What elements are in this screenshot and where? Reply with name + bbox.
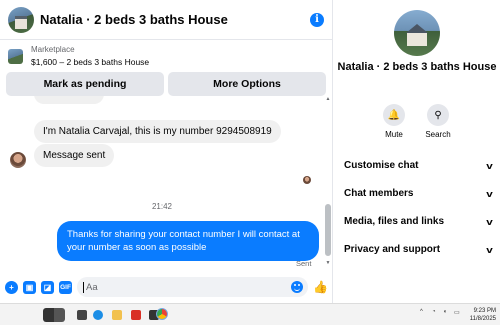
taskbar-clock[interactable]: 9:23 PM 11/8/2025 — [470, 307, 496, 323]
info-icon[interactable]: i — [310, 12, 324, 27]
message-bubble-incoming: I'm Natalia Carvajal, this is my number … — [34, 120, 281, 143]
more-options-button[interactable]: More Options — [168, 72, 326, 96]
youtube-icon[interactable] — [131, 310, 141, 320]
menu-item-label: Privacy and support — [344, 244, 441, 255]
listing-thumbnail — [8, 48, 23, 64]
chat-title[interactable]: Natalia · 2 beds 3 baths House — [40, 12, 310, 27]
marketplace-label: Marketplace — [31, 45, 75, 54]
taskbar-preview-thumbnail[interactable] — [43, 308, 65, 322]
mark-as-pending-button[interactable]: Mark as pending — [6, 72, 164, 96]
edge-icon[interactable] — [93, 310, 103, 320]
message-bubble-partial — [34, 96, 104, 104]
house-wall — [407, 33, 427, 46]
search-icon[interactable]: ⚲ — [427, 104, 449, 126]
photo-icon[interactable]: ▣ — [23, 280, 36, 294]
volume-icon[interactable]: ◖ — [443, 309, 447, 315]
menu-chat-members[interactable]: Chat members v — [344, 188, 493, 199]
wifi-icon[interactable]: ◔ — [432, 309, 436, 315]
plus-icon[interactable]: + — [5, 280, 18, 294]
gif-icon[interactable]: GIF — [59, 280, 72, 294]
listing-actions: Mark as pending More Options — [0, 72, 332, 96]
seen-avatar — [303, 176, 311, 184]
messenger-window: Natalia · 2 beds 3 baths House i Marketp… — [0, 0, 500, 325]
chat-panel: Natalia · 2 beds 3 baths House i Marketp… — [0, 0, 333, 303]
marketplace-listing[interactable]: Marketplace $1,600 – 2 beds 3 baths Hous… — [0, 40, 332, 72]
message-composer: + ▣ ◪ GIF Aa 👍 — [0, 276, 333, 298]
message-bubble-incoming: Message sent — [34, 144, 115, 167]
search-action[interactable]: ⚲ Search — [418, 104, 458, 139]
chat-header: Natalia · 2 beds 3 baths House i — [0, 0, 332, 40]
menu-item-label: Media, files and links — [344, 216, 445, 227]
menu-privacy-support[interactable]: Privacy and support v — [344, 244, 493, 255]
menu-customise-chat[interactable]: Customise chat v — [344, 160, 493, 171]
sender-avatar — [10, 152, 26, 168]
message-bubble-outgoing: Thanks for sharing your contact number I… — [57, 221, 319, 261]
details-title: Natalia · 2 beds 3 baths House — [337, 61, 497, 73]
message-list[interactable]: I'm Natalia Carvajal, this is my number … — [0, 96, 324, 274]
listing-text: Marketplace $1,600 – 2 beds 3 baths Hous… — [31, 44, 149, 68]
battery-icon[interactable]: ▭ — [454, 309, 460, 316]
chevron-down-icon: v — [486, 188, 493, 199]
text-caret — [83, 281, 84, 293]
listing-price: $1,600 – 2 beds 3 baths House — [31, 57, 150, 67]
chat-details-panel: Natalia · 2 beds 3 baths House 🔔 Mute ⚲ … — [334, 0, 500, 303]
scroll-up-icon[interactable]: ▲ — [325, 96, 331, 102]
menu-item-label: Customise chat — [344, 160, 419, 171]
clock-date: 11/8/2025 — [469, 316, 496, 322]
task-view-icon[interactable] — [77, 310, 87, 320]
chevron-down-icon: v — [486, 244, 493, 255]
message-placeholder: Aa — [86, 281, 98, 293]
mute-action[interactable]: 🔔 Mute — [374, 104, 414, 139]
scroll-thumb[interactable] — [325, 204, 331, 256]
emoji-icon[interactable] — [291, 281, 304, 293]
mute-label: Mute — [385, 130, 403, 139]
bell-icon[interactable]: 🔔 — [383, 104, 405, 126]
sticker-icon[interactable]: ◪ — [41, 280, 54, 294]
chevron-down-icon: v — [486, 160, 493, 171]
like-icon[interactable]: 👍 — [313, 280, 328, 294]
message-scrollbar[interactable]: ▲ ▼ — [324, 96, 332, 266]
menu-item-label: Chat members — [344, 188, 414, 199]
clock-time: 9:23 PM — [473, 308, 496, 314]
chat-avatar[interactable] — [8, 6, 34, 33]
windows-taskbar: ^ ◔ ◖ ▭ 9:23 PM 11/8/2025 — [0, 303, 500, 325]
sent-status: Sent — [296, 259, 312, 268]
scroll-down-icon[interactable]: ▼ — [325, 260, 331, 266]
tray-arrow-icon[interactable]: ^ — [420, 309, 423, 315]
file-explorer-icon[interactable] — [112, 310, 122, 320]
chrome-icon[interactable] — [156, 308, 168, 320]
message-input[interactable]: Aa — [77, 277, 309, 297]
listing-avatar[interactable] — [394, 10, 440, 56]
menu-media-files-links[interactable]: Media, files and links v — [344, 216, 493, 227]
chevron-down-icon: v — [486, 216, 493, 227]
house-roof — [406, 24, 428, 33]
message-timestamp: 21:42 — [151, 202, 173, 211]
search-label: Search — [425, 130, 451, 139]
